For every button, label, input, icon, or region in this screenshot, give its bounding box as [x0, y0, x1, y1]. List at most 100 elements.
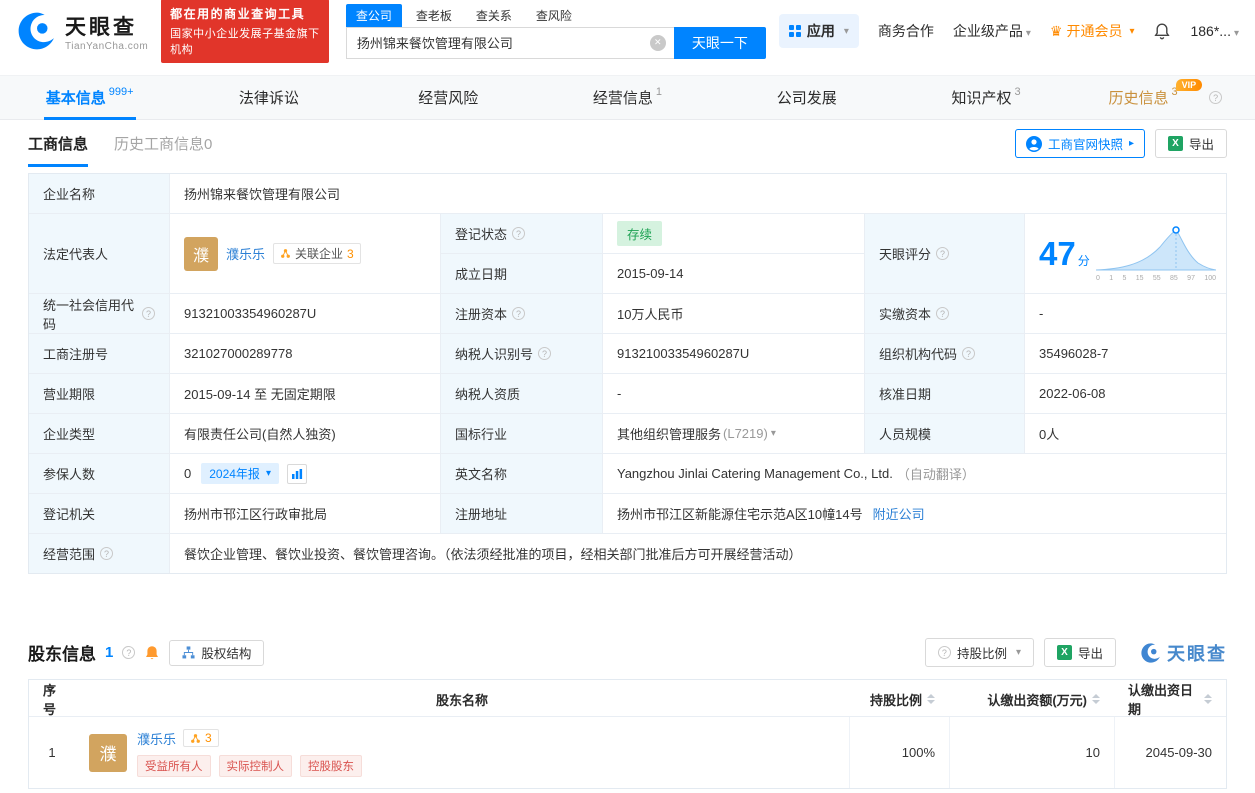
notification-bell-icon[interactable] — [1153, 22, 1171, 40]
help-icon: ? — [122, 646, 135, 659]
english-name-value: Yangzhou Jinlai Catering Management Co.,… — [617, 466, 893, 481]
english-name-label: 英文名称 — [440, 454, 602, 493]
axis-tick: 100 — [1204, 275, 1216, 282]
tab-history-info[interactable]: 历史信息3VIP? — [1076, 76, 1255, 119]
sort-icon — [1204, 694, 1212, 704]
shareholder-name-row: 濮乐乐 3 — [137, 729, 362, 748]
subtab-history-registration[interactable]: 历史工商信息0 — [114, 120, 212, 167]
subnav-actions: 工商官网快照 ▸ X 导出 — [1015, 120, 1227, 167]
user-account[interactable]: 186*... ▾ — [1190, 23, 1239, 39]
related-companies-count: 3 — [347, 247, 354, 261]
english-name-cell: Yangzhou Jinlai Catering Management Co.,… — [602, 454, 1226, 493]
promo-line2: 国家中小企业发展子基金旗下机构 — [170, 25, 320, 57]
tab-label: 经营信息 — [593, 87, 653, 108]
related-companies-tag[interactable]: 关联企业 3 — [273, 243, 361, 264]
main-nav-tabs: 基本信息999+ 法律诉讼 经营风险 经营信息1 公司发展 知识产权3 历史信息… — [0, 75, 1255, 120]
search-tabs: 查公司 查老板 查关系 查风险 — [346, 4, 766, 27]
nearby-companies-link[interactable]: 附近公司 — [873, 504, 925, 523]
axis-tick: 0 — [1096, 275, 1100, 282]
tianyancha-logo[interactable]: 天眼查 TianYanCha.com — [16, 10, 148, 52]
business-coop-link[interactable]: 商务合作 — [878, 21, 934, 41]
relation-count-tag[interactable]: 3 — [183, 729, 219, 747]
score-distribution-chart: 0 1 5 15 55 85 97 100 — [1096, 225, 1216, 282]
apps-grid-icon — [789, 25, 801, 37]
bar-chart-icon — [291, 468, 303, 480]
annual-report-badge[interactable]: 2024年报▾ — [201, 463, 279, 484]
chevron-down-icon[interactable]: ▾ — [771, 428, 776, 439]
reg-number-value: 321027000289778 — [169, 334, 440, 373]
shareholders-table: 序号 股东名称 持股比例 认缴出资额(万元) 认缴出资日期 1 濮 濮乐乐 — [28, 679, 1227, 789]
business-term-label: 营业期限 — [29, 374, 169, 413]
company-name-label: 企业名称 — [29, 174, 169, 213]
axis-tick: 55 — [1153, 275, 1161, 282]
tag-controlling-shareholder[interactable]: 控股股东 — [300, 755, 362, 777]
help-icon: ? — [936, 247, 949, 260]
search-button[interactable]: 天眼一下 — [674, 27, 766, 59]
shareholder-name-link[interactable]: 濮乐乐 — [137, 729, 176, 748]
export-button[interactable]: X 导出 — [1044, 638, 1116, 667]
help-icon: ? — [938, 646, 951, 659]
vip-membership-link[interactable]: ♛ 开通会员 ▾ — [1050, 21, 1135, 41]
search-tab-risk[interactable]: 查风险 — [526, 4, 582, 27]
official-snapshot-button[interactable]: 工商官网快照 ▸ — [1015, 129, 1145, 158]
label-text: 注册资本 — [455, 304, 507, 323]
search-tab-company[interactable]: 查公司 — [346, 4, 402, 27]
legal-rep-avatar[interactable]: 濮 — [184, 237, 218, 271]
axis-tick: 5 — [1123, 275, 1127, 282]
col-date-sort[interactable]: 认缴出资日期 — [1114, 680, 1226, 718]
tab-operating-risk[interactable]: 经营风险 — [359, 76, 538, 119]
top-header: 天眼查 TianYanCha.com 都在用的商业查询工具 国家中小企业发展子基… — [0, 0, 1255, 62]
shareholder-tags: 受益所有人 实际控制人 控股股东 — [137, 755, 362, 777]
tab-basic-info[interactable]: 基本信息999+ — [0, 76, 179, 119]
promo-banner: 都在用的商业查询工具 国家中小企业发展子基金旗下机构 — [161, 0, 329, 63]
tag-beneficial-owner[interactable]: 受益所有人 — [137, 755, 211, 777]
taxpayer-quality-value: - — [602, 374, 864, 413]
help-icon: ? — [962, 347, 975, 360]
snapshot-person-icon — [1026, 136, 1042, 152]
reg-capital-value: 10万人民币 — [602, 294, 864, 333]
chevron-down-icon: ▾ — [1234, 28, 1239, 39]
credit-code-label: 统一社会信用代码? — [29, 294, 169, 333]
tab-business-info[interactable]: 经营信息1 — [538, 76, 717, 119]
score-value: 47 — [1039, 237, 1076, 270]
chevron-down-icon: ▾ — [1129, 26, 1134, 37]
clear-search-icon[interactable]: ✕ — [650, 35, 666, 51]
tab-label: 基本信息 — [46, 87, 106, 108]
legal-rep-name-link[interactable]: 濮乐乐 — [226, 244, 265, 263]
search-input[interactable] — [346, 27, 674, 59]
related-companies-label: 关联企业 — [295, 245, 343, 262]
search-tab-relation[interactable]: 查关系 — [466, 4, 522, 27]
col-amount-sort[interactable]: 认缴出资额(万元) — [949, 680, 1114, 718]
tab-company-development[interactable]: 公司发展 — [717, 76, 896, 119]
score-cell: 47分 0 1 5 15 55 85 97 100 — [1024, 214, 1226, 293]
insured-count-label: 参保人数 — [29, 454, 169, 493]
shareholder-amount: 10 — [949, 717, 1114, 788]
shareholder-name-cell: 濮 濮乐乐 3 受益所有人 实际控制人 控股股东 — [75, 717, 849, 788]
equity-structure-button[interactable]: 股权结构 — [169, 640, 264, 666]
tianyancha-logo-icon — [1140, 642, 1162, 664]
subscribe-bell-icon[interactable] — [144, 645, 160, 661]
paid-capital-value: - — [1024, 294, 1226, 333]
staff-size-value: 0人 — [1024, 414, 1226, 453]
company-name-value: 扬州锦来餐饮管理有限公司 — [169, 174, 1226, 213]
tag-actual-controller[interactable]: 实际控制人 — [219, 755, 293, 777]
export-button[interactable]: X 导出 — [1155, 129, 1227, 158]
annual-report-label: 2024年报 — [209, 465, 260, 482]
help-icon: ? — [512, 307, 525, 320]
subtab-business-registration[interactable]: 工商信息 — [28, 120, 88, 167]
label-text: 实缴资本 — [879, 304, 931, 323]
search-tab-boss[interactable]: 查老板 — [406, 4, 462, 27]
shareholder-avatar[interactable]: 濮 — [89, 734, 127, 772]
apps-menu-button[interactable]: 应用 ▾ — [779, 14, 859, 48]
table-row: 工商注册号 321027000289778 纳税人识别号? 9132100335… — [29, 333, 1226, 373]
col-ratio-sort[interactable]: 持股比例 — [849, 680, 949, 718]
tab-label: 公司发展 — [777, 87, 837, 108]
ratio-filter-dropdown[interactable]: ? 持股比例 ▾ — [925, 638, 1034, 667]
enterprise-products-link[interactable]: 企业级产品▾ — [953, 21, 1031, 41]
shareholder-details: 濮乐乐 3 受益所有人 实际控制人 控股股东 — [137, 729, 362, 777]
user-phone: 186*... — [1190, 23, 1230, 39]
tab-legal-proceedings[interactable]: 法律诉讼 — [179, 76, 358, 119]
export-label: 导出 — [1078, 643, 1103, 662]
tab-intellectual-property[interactable]: 知识产权3 — [896, 76, 1075, 119]
compare-chart-icon[interactable] — [287, 464, 307, 484]
